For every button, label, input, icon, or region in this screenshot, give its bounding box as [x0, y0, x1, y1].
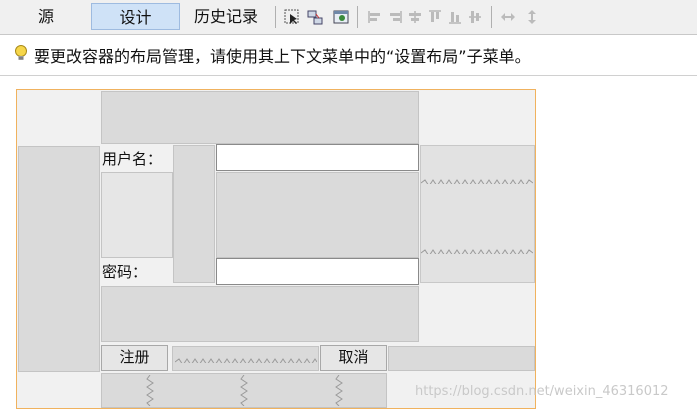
- tab-history[interactable]: 历史记录: [184, 3, 268, 30]
- center-horizontal-icon[interactable]: [407, 9, 423, 25]
- tab-source[interactable]: 源: [18, 3, 74, 30]
- grid-cell-empty: [216, 172, 419, 258]
- align-left-icon[interactable]: [367, 9, 383, 25]
- hint-text: 要更改容器的布局管理，请使用其上下文菜单中的“设置布局”子菜单。: [34, 47, 531, 66]
- toolbar-separator: [357, 6, 358, 28]
- tab-design[interactable]: 设计: [91, 3, 180, 30]
- password-field[interactable]: [216, 258, 419, 285]
- selection-mode-icon[interactable]: [284, 9, 300, 25]
- horizontal-spring-icon: [175, 353, 317, 363]
- change-vertical-resizability-icon[interactable]: [524, 9, 540, 25]
- vertical-spring-icon: [145, 375, 155, 406]
- toolbar-separator: [491, 6, 492, 28]
- vertical-spring-icon: [334, 375, 344, 406]
- grid-cell-empty: [173, 145, 215, 283]
- grid-cell-empty: [101, 91, 419, 144]
- change-horizontal-resizability-icon[interactable]: [500, 9, 516, 25]
- editor-toolbar: 源 设计 历史记录: [0, 0, 697, 35]
- password-label: 密码：: [102, 263, 148, 281]
- preview-icon[interactable]: [333, 9, 349, 25]
- horizontal-spring-icon: [421, 244, 533, 254]
- grid-cell-empty: [101, 286, 419, 342]
- layout-hint-bar: 要更改容器的布局管理，请使用其上下文菜单中的“设置布局”子菜单。: [0, 35, 697, 76]
- cancel-button[interactable]: 取消: [320, 345, 387, 371]
- grid-cell-empty: [388, 346, 535, 371]
- watermark: https://blog.csdn.net/weixin_46316012: [415, 384, 669, 399]
- design-canvas[interactable]: 用户名： 密码： 注册 取消: [16, 89, 536, 409]
- grid-cell-empty: [420, 145, 535, 283]
- register-button[interactable]: 注册: [101, 345, 168, 371]
- vertical-spring-icon: [239, 375, 249, 406]
- toolbar-separator: [275, 6, 276, 28]
- username-label: 用户名：: [102, 150, 163, 168]
- grid-cell-empty: [18, 146, 100, 372]
- align-right-icon[interactable]: [387, 9, 403, 25]
- center-vertical-icon[interactable]: [467, 9, 483, 25]
- connection-mode-icon[interactable]: [307, 9, 323, 25]
- lightbulb-icon: [14, 44, 28, 64]
- align-bottom-icon[interactable]: [447, 9, 463, 25]
- username-field[interactable]: [216, 144, 419, 171]
- align-top-icon[interactable]: [427, 9, 443, 25]
- horizontal-spring-icon: [421, 174, 533, 184]
- grid-cell-empty: [101, 172, 173, 258]
